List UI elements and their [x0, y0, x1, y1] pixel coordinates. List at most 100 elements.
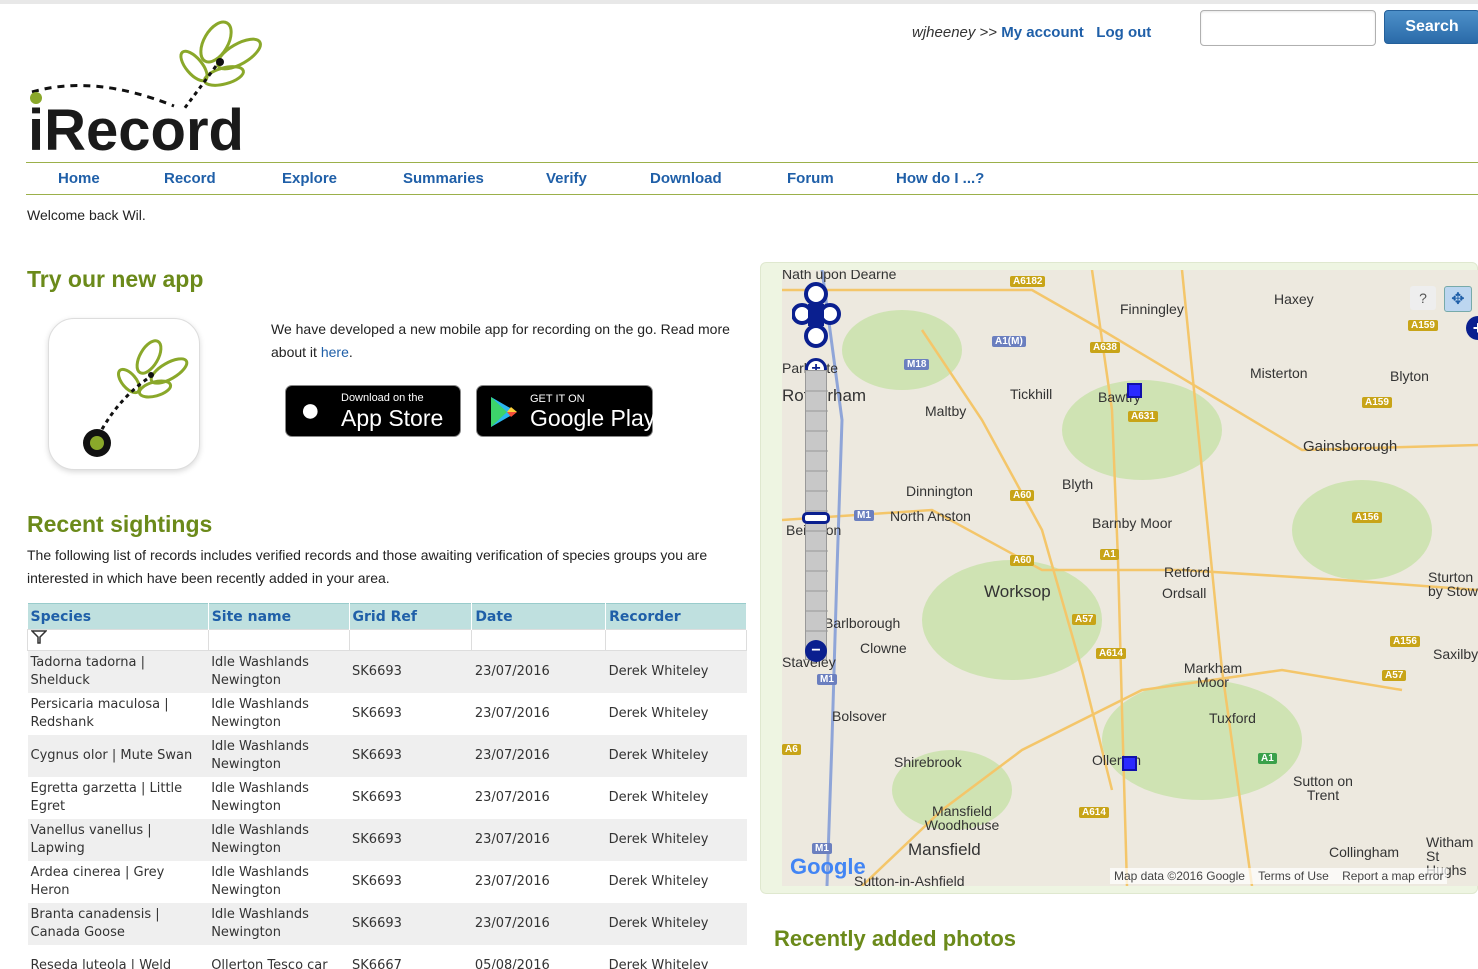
- map-road-label: A57: [1382, 670, 1407, 681]
- map-road-label: A60: [1010, 555, 1035, 566]
- map-town: Sutton on Trent: [1293, 773, 1353, 803]
- table-row[interactable]: Egretta garzetta | Little Egret Idle Was…: [27, 776, 747, 819]
- cell-site-name: Idle Washlands Newington: [208, 818, 350, 861]
- table-row[interactable]: Ardea cinerea | Grey Heron Idle Washland…: [27, 860, 747, 903]
- column-site-name[interactable]: Site name: [208, 603, 350, 630]
- cell-grid-ref: SK6667: [349, 944, 472, 969]
- nav-home[interactable]: Home: [58, 170, 100, 187]
- app-here-link[interactable]: here: [321, 344, 349, 360]
- filter-cell[interactable]: [348, 629, 473, 651]
- map-view[interactable]: Nath upon Dearne Finningley Haxey Parkga…: [782, 270, 1478, 886]
- report-map-error-link[interactable]: Report a map error: [1342, 869, 1443, 883]
- table-row[interactable]: Cygnus olor | Mute Swan Idle Washlands N…: [27, 734, 747, 777]
- record-marker[interactable]: [1127, 383, 1142, 398]
- cell-grid-ref: SK6693: [349, 776, 472, 819]
- map-road-label: A156: [1390, 636, 1420, 647]
- search-button[interactable]: Search: [1384, 10, 1478, 44]
- cell-grid-ref: SK6693: [349, 650, 472, 693]
- map-town: Retford: [1164, 564, 1210, 580]
- map-town: Shirebrook: [894, 754, 962, 770]
- cell-recorder: Derek Whiteley: [605, 902, 747, 945]
- cell-recorder: Derek Whiteley: [605, 860, 747, 903]
- cell-date: 23/07/2016: [471, 776, 606, 819]
- map-town: Tickhill: [1010, 386, 1053, 402]
- cell-site-name: Idle Washlands Newington: [208, 650, 350, 693]
- cell-species: Vanellus vanellus | Lapwing: [27, 818, 209, 861]
- table-row[interactable]: Branta canadensis | Canada Goose Idle Wa…: [27, 902, 747, 945]
- query-tool-icon[interactable]: ?: [1410, 286, 1436, 310]
- nav-forum[interactable]: Forum: [787, 170, 834, 187]
- search-input[interactable]: [1200, 10, 1376, 46]
- table-row[interactable]: Vanellus vanellus | Lapwing Idle Washlan…: [27, 818, 747, 861]
- cell-recorder: Derek Whiteley: [605, 734, 747, 777]
- cell-species: Reseda luteola | Weld: [27, 944, 209, 969]
- column-grid-ref[interactable]: Grid Ref: [349, 603, 473, 630]
- pan-control[interactable]: [792, 280, 842, 352]
- recent-sightings-description: The following list of records includes v…: [27, 547, 708, 586]
- column-recorder[interactable]: Recorder: [605, 603, 747, 630]
- map-road-label: A57: [1072, 614, 1097, 625]
- table-row[interactable]: Tadorna tadorna | Shelduck Idle Washland…: [27, 650, 747, 693]
- filter-cell[interactable]: [605, 629, 747, 651]
- zoom-slider-handle[interactable]: [802, 512, 830, 524]
- cell-recorder: Derek Whiteley: [605, 650, 747, 693]
- top-border: [0, 0, 1478, 4]
- map-town: Blyth: [1062, 476, 1094, 492]
- app-description: We have developed a new mobile app for r…: [271, 318, 741, 364]
- map-road-label: A1(M): [992, 336, 1026, 347]
- map-road-label: A159: [1362, 397, 1392, 408]
- nav-how-do-i[interactable]: How do I ...?: [896, 170, 984, 187]
- zoom-out-button[interactable]: −: [805, 640, 827, 662]
- filter-icon[interactable]: [30, 630, 48, 644]
- nav-summaries[interactable]: Summaries: [403, 170, 484, 187]
- filter-cell[interactable]: [471, 629, 607, 651]
- map-town: Bolsover: [832, 708, 887, 724]
- map-town: Tuxford: [1209, 710, 1256, 726]
- terms-of-use-link[interactable]: Terms of Use: [1258, 869, 1329, 883]
- map-town: Misterton: [1250, 365, 1308, 381]
- app-store-button[interactable]: ● Download on the App Store: [285, 385, 461, 437]
- map-town: Collingham: [1329, 844, 1400, 860]
- log-out-link[interactable]: Log out: [1096, 24, 1151, 41]
- nav-explore[interactable]: Explore: [282, 170, 337, 187]
- map-road-label: A614: [1096, 648, 1126, 659]
- cell-species: Tadorna tadorna | Shelduck: [27, 650, 209, 693]
- map-town: Mansfield Woodhouse: [924, 803, 1000, 833]
- record-marker[interactable]: [1122, 756, 1137, 771]
- cell-site-name: Idle Washlands Newington: [208, 776, 350, 819]
- app-section-title: Try our new app: [27, 266, 204, 292]
- my-account-link[interactable]: My account: [1001, 24, 1084, 41]
- cell-grid-ref: SK6693: [349, 902, 472, 945]
- google-play-button[interactable]: GET IT ON Google Play: [476, 385, 655, 437]
- column-date[interactable]: Date: [471, 603, 607, 630]
- map-town: Maltby: [925, 403, 967, 419]
- nav-download[interactable]: Download: [650, 170, 722, 187]
- map-road-label: A1: [1258, 753, 1277, 764]
- map-attribution: Map data ©2016 Google Terms of Use Repor…: [1110, 868, 1448, 884]
- cell-grid-ref: SK6693: [349, 818, 472, 861]
- appstore-small-text: Download on the: [341, 392, 424, 404]
- separator: >>: [979, 24, 998, 41]
- map-town: Ordsall: [1162, 585, 1207, 601]
- nav-record[interactable]: Record: [164, 170, 216, 187]
- filter-cell[interactable]: [27, 629, 209, 651]
- map-background: [782, 270, 1478, 886]
- appstore-big-text: App Store: [341, 405, 444, 431]
- map-town: North Anston: [890, 508, 971, 524]
- map-town: Dinnington: [906, 483, 973, 499]
- cell-site-name: Idle Washlands Newington: [208, 860, 350, 903]
- map-road-label: M1: [812, 843, 832, 854]
- filter-cell[interactable]: [207, 629, 350, 651]
- user-area: wjheeney >> My account Log out: [912, 24, 1151, 41]
- map-town: Markham Moor: [1183, 660, 1243, 690]
- nav-verify[interactable]: Verify: [546, 170, 587, 187]
- map-town: Sturton by Stow: [1428, 569, 1478, 599]
- table-row[interactable]: Persicaria maculosa | Redshank Idle Wash…: [27, 692, 747, 735]
- map-town: Sutton-in-Ashfield: [854, 873, 965, 886]
- pan-tool-icon[interactable]: ✥: [1444, 286, 1472, 312]
- table-row[interactable]: Reseda luteola | Weld Ollerton Tesco car…: [27, 944, 747, 969]
- cell-date: 23/07/2016: [471, 818, 606, 861]
- irecord-logo[interactable]: iRecord: [24, 14, 274, 163]
- map-data-text: Map data ©2016 Google: [1114, 869, 1245, 883]
- column-species[interactable]: Species: [27, 603, 209, 630]
